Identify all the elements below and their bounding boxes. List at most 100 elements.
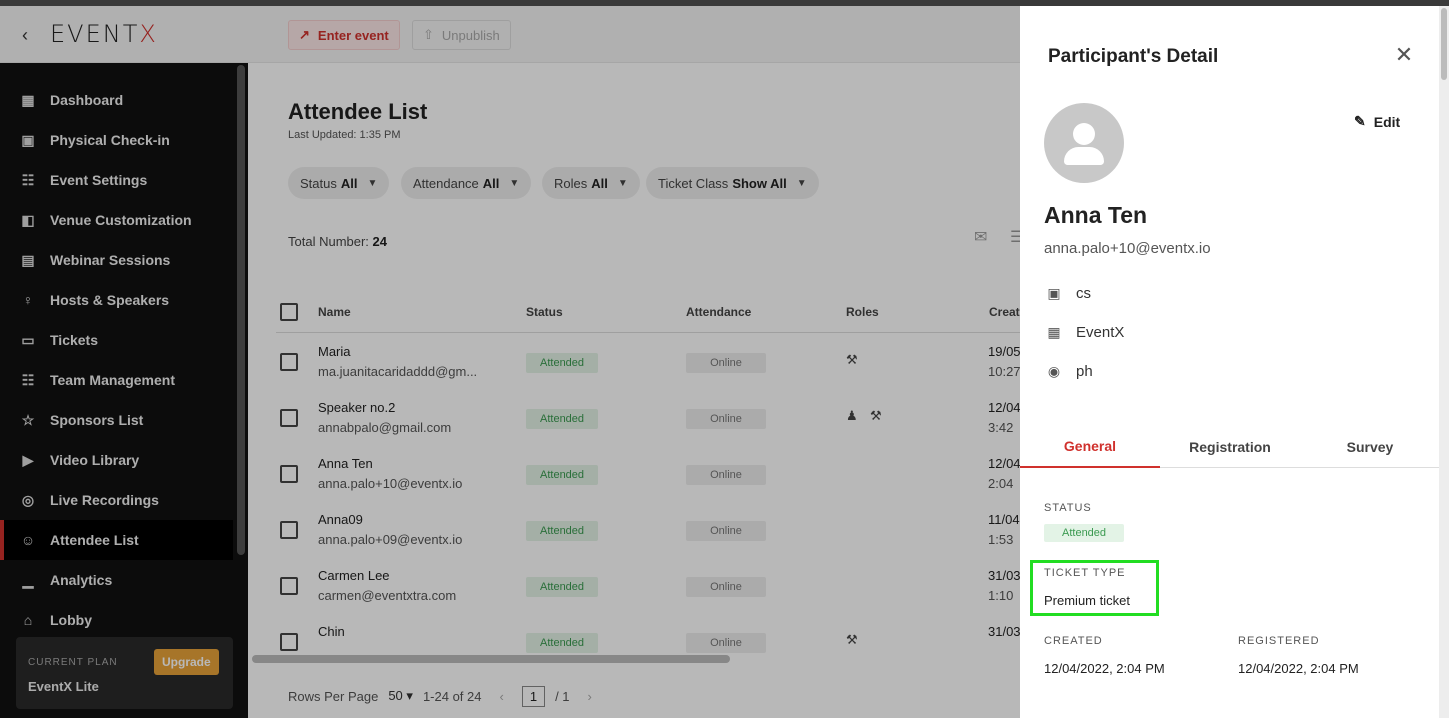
sidebar-item-label: Webinar Sessions — [50, 252, 171, 268]
page-title: Attendee List — [288, 99, 428, 124]
info-company: ▦ EventX — [1044, 321, 1124, 343]
drawer-title: Participant's Detail — [1048, 46, 1219, 67]
filter-roles[interactable]: Roles All ▼ — [542, 167, 640, 199]
page-input[interactable]: 1 — [521, 685, 546, 707]
attendance-badge: Online — [686, 633, 766, 653]
attendance-badge: Online — [686, 465, 766, 485]
column-roles[interactable]: Roles — [846, 305, 879, 319]
microphone-icon: ♀ — [22, 292, 34, 308]
select-all-checkbox[interactable] — [280, 303, 298, 321]
sidebar-item-tickets[interactable]: ▭ Tickets — [0, 320, 233, 360]
chevron-down-icon: ▼ — [617, 177, 628, 189]
column-created[interactable]: Creat — [989, 305, 1020, 319]
page-range: 1-24 of 24 — [422, 688, 482, 704]
cell-created-date: 31/03 — [988, 568, 1020, 583]
email-icon[interactable]: ✉ — [974, 227, 994, 247]
dashboard-icon: ▦ — [21, 91, 35, 108]
row-checkbox[interactable] — [280, 409, 298, 427]
cell-created-time: 10:27 — [988, 364, 1020, 379]
table-row[interactable]: Anna Ten anna.palo+10@eventx.io Attended On… — [276, 446, 1020, 502]
building-icon: ▦ — [1047, 323, 1061, 340]
sidebar-item-live-recordings[interactable]: ◎ Live Recordings — [0, 480, 233, 520]
sidebar-item-physical-check-in[interactable]: ▣ Physical Check-in — [0, 120, 233, 160]
page-scrollbar-track — [1439, 6, 1449, 718]
sidebar-item-team-management[interactable]: ☷ Team Management — [0, 360, 233, 400]
tab-general[interactable]: General — [1020, 426, 1160, 468]
attendance-badge: Online — [686, 409, 766, 429]
last-updated: Last Updated: 1:35 PM — [288, 129, 401, 141]
key-icon: ⚒ — [846, 632, 858, 647]
prev-page-icon[interactable]: ‹ — [491, 689, 511, 704]
sidebar-item-video-library[interactable]: ▶ Video Library — [0, 440, 233, 480]
filter-status[interactable]: Status All ▼ — [288, 167, 390, 199]
sidebar-item-sponsors-list[interactable]: ☆ Sponsors List — [0, 400, 233, 440]
sidebar-item-dashboard[interactable]: ▦ Dashboard — [0, 80, 233, 120]
unpublish-button[interactable]: ⇧ Unpublish — [412, 20, 511, 50]
sidebar-item-event-settings[interactable]: ☷ Event Settings — [0, 160, 233, 200]
created-value: 12/04/2022, 2:04 PM — [1044, 661, 1165, 676]
column-name[interactable]: Name — [318, 305, 351, 319]
sidebar-item-attendee-list[interactable]: ☺ Attendee List — [0, 520, 233, 560]
cell-name: Anna09 — [318, 512, 363, 527]
sidebar-item-webinar-sessions[interactable]: ▤ Webinar Sessions — [0, 240, 233, 280]
table-row[interactable]: Carmen Lee carmen@eventxtra.com Attended On… — [276, 558, 1020, 614]
back-arrow-icon[interactable]: ‹ — [14, 24, 36, 46]
ticket-icon: ▭ — [21, 331, 35, 348]
cell-created-date: 12/04 — [988, 456, 1020, 471]
current-plan-card: CURRENT PLAN EventX Lite Upgrade — [16, 637, 233, 709]
row-checkbox[interactable] — [280, 465, 298, 483]
sidebar-item-label: Physical Check-in — [50, 132, 170, 148]
column-attendance[interactable]: Attendance — [686, 305, 751, 319]
info-job-title: ▣ cs — [1044, 282, 1091, 304]
bar-chart-icon: ▁ — [22, 571, 34, 588]
calendar-settings-icon: ☷ — [21, 171, 35, 188]
row-checkbox[interactable] — [280, 633, 298, 651]
sidebar-item-analytics[interactable]: ▁ Analytics — [0, 560, 233, 600]
main-content: Attendee List Last Updated: 1:35 PM Stat… — [248, 63, 1020, 718]
registered-label: REGISTERED — [1238, 635, 1320, 647]
cell-email: annabpalo@gmail.com — [318, 420, 452, 435]
filter-ticket-class[interactable]: Ticket Class Show All ▼ — [646, 167, 819, 199]
eventx-logo: EVENTX — [50, 20, 158, 48]
filter-icon[interactable]: ☰ — [1010, 227, 1020, 247]
cell-created-time: 3:42 — [988, 420, 1014, 435]
sidebar-item-label: Attendee List — [50, 532, 139, 548]
horizontal-scrollbar[interactable] — [252, 655, 730, 663]
key-icon: ⚒ — [870, 408, 882, 423]
pencil-icon: ✎ — [1354, 113, 1366, 129]
row-checkbox[interactable] — [280, 577, 298, 595]
table-row[interactable]: Anna09 anna.palo+09@eventx.io Attended Onli… — [276, 502, 1020, 558]
enter-event-button[interactable]: ↗︎ Enter event — [288, 20, 400, 50]
rows-per-page-select[interactable]: 50 ▾ — [388, 688, 413, 704]
upgrade-button[interactable]: Upgrade — [154, 649, 219, 675]
sidebar-item-label: Analytics — [50, 572, 113, 588]
status-badge: Attended — [526, 465, 599, 485]
avatar — [1044, 103, 1124, 183]
column-status[interactable]: Status — [526, 305, 563, 319]
close-icon[interactable]: ✕ — [1392, 42, 1416, 67]
edit-button[interactable]: ✎ Edit — [1354, 113, 1400, 130]
users-icon: ☺ — [20, 532, 36, 548]
sidebar-scrollbar[interactable] — [237, 65, 245, 555]
filter-attendance[interactable]: Attendance All ▼ — [401, 167, 532, 199]
sidebar-item-venue-customization[interactable]: ◧ Venue Customization — [0, 200, 233, 240]
plan-name: EventX Lite — [28, 679, 99, 694]
tab-registration[interactable]: Registration — [1160, 426, 1300, 468]
sidebar-item-label: Event Settings — [50, 172, 148, 188]
sidebar-item-hosts-speakers[interactable]: ♀ Hosts & Speakers — [0, 280, 233, 320]
row-checkbox[interactable] — [280, 353, 298, 371]
page-scrollbar[interactable] — [1441, 8, 1447, 80]
cell-created-date: 12/04 — [988, 400, 1020, 415]
status-badge: Attended — [526, 521, 599, 541]
created-label: CREATED — [1044, 635, 1103, 647]
table-row[interactable]: Speaker no.2 annabpalo@gmail.com Attended O… — [276, 390, 1020, 446]
sidebar-item-label: Lobby — [50, 612, 92, 628]
next-page-icon[interactable]: › — [580, 689, 600, 704]
status-badge: Attended — [526, 353, 599, 373]
row-checkbox[interactable] — [280, 521, 298, 539]
tab-survey[interactable]: Survey — [1300, 426, 1440, 468]
sidebar-item-label: Venue Customization — [50, 212, 192, 228]
table-row[interactable]: Maria ma.juanitacaridaddd@gm... Attended On… — [276, 334, 1020, 390]
sidebar-item-lobby[interactable]: ⌂ Lobby — [0, 600, 233, 640]
cell-email: ma.juanitacaridaddd@gm... — [318, 364, 478, 379]
